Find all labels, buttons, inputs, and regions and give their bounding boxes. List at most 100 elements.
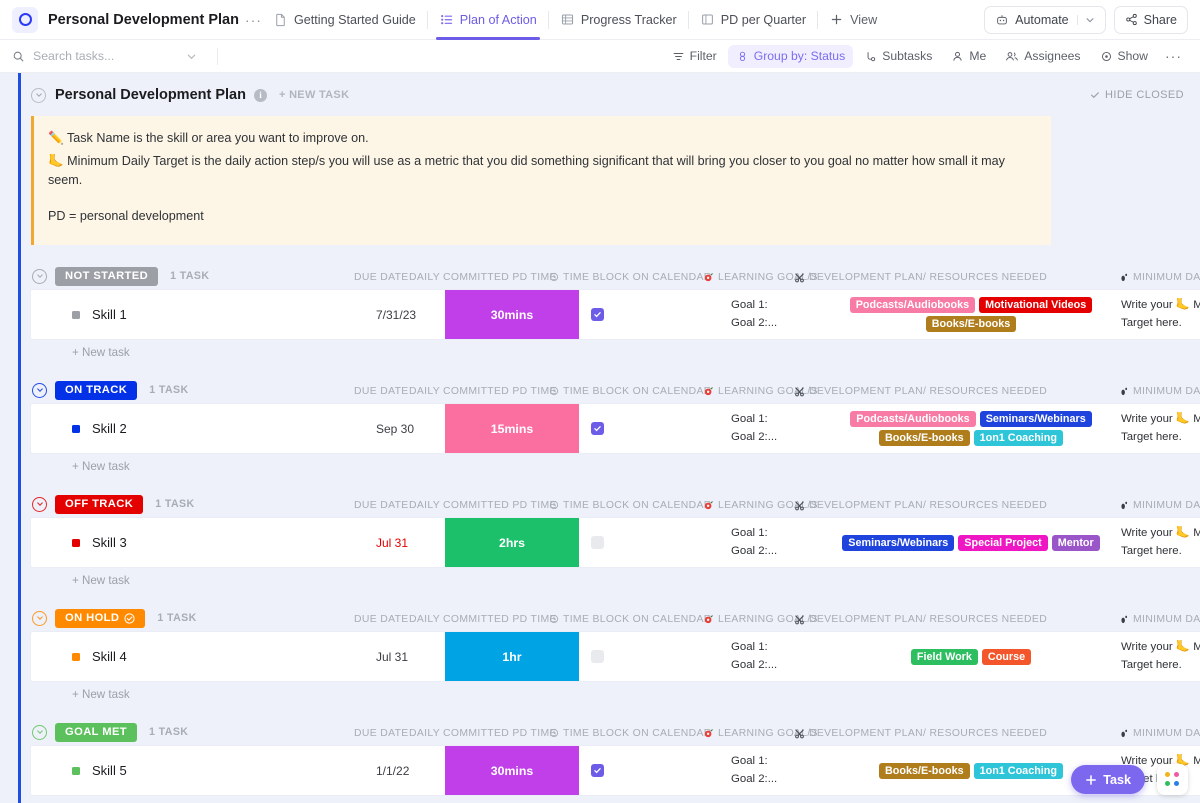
collapse-group-icon[interactable] bbox=[32, 496, 47, 512]
filter-button[interactable]: Filter bbox=[664, 45, 725, 68]
table-row[interactable]: Skill 2 Sep 30 15mins Goal 1: Goal 2:... Podc… bbox=[31, 404, 1200, 454]
add-view-button[interactable]: View bbox=[818, 0, 888, 40]
tab-plan-of-action[interactable]: Plan of Action bbox=[428, 0, 548, 40]
search-container[interactable] bbox=[12, 49, 217, 63]
column-header[interactable]: DAILY COMMITTED PD TIME bbox=[409, 500, 557, 511]
add-new-task-row[interactable]: + New task bbox=[31, 346, 1200, 359]
column-header[interactable]: MINIMUM DAILY bbox=[1119, 728, 1200, 739]
resource-tag[interactable]: Books/E-books bbox=[879, 762, 970, 779]
tab-getting-started-guide[interactable]: Getting Started Guide bbox=[262, 0, 427, 40]
time-block-cell[interactable] bbox=[591, 290, 604, 339]
status-badge[interactable]: ON HOLD bbox=[55, 608, 146, 628]
learning-goals-cell[interactable]: Goal 1: Goal 2:... bbox=[731, 404, 777, 453]
resource-tag[interactable]: Field Work bbox=[910, 648, 978, 665]
resource-tag[interactable]: Course bbox=[981, 648, 1032, 665]
column-header[interactable]: TIME BLOCK ON CALENDAR bbox=[549, 386, 712, 397]
more-options-button[interactable]: ··· bbox=[1159, 45, 1188, 68]
group-by-button[interactable]: Group by: Status bbox=[727, 44, 854, 68]
resource-tag[interactable]: Podcasts/Audiobooks bbox=[849, 297, 976, 314]
status-badge[interactable]: NOT STARTED bbox=[55, 266, 159, 286]
daily-committed-pd-time-cell[interactable]: 15mins bbox=[445, 404, 579, 454]
time-block-cell[interactable] bbox=[591, 746, 604, 795]
checkbox-unchecked-icon[interactable] bbox=[591, 536, 604, 550]
due-date-cell[interactable]: Jul 31 bbox=[376, 518, 408, 567]
column-header[interactable]: DUE DATE bbox=[354, 728, 409, 739]
resource-tag[interactable]: Books/E-books bbox=[925, 316, 1017, 333]
column-header[interactable]: TIME BLOCK ON CALENDAR bbox=[549, 272, 712, 283]
resource-tag[interactable]: Podcasts/Audiobooks bbox=[850, 411, 976, 428]
time-block-cell[interactable] bbox=[591, 518, 604, 567]
add-new-task-row[interactable]: + New task bbox=[31, 460, 1200, 473]
column-header[interactable]: DUE DATE bbox=[354, 500, 409, 511]
column-header[interactable]: DEVELOPMENT PLAN/ RESOURCES NEEDED bbox=[794, 728, 1047, 739]
column-header[interactable]: MINIMUM DAILY bbox=[1119, 500, 1200, 511]
resource-tag[interactable]: Special Project bbox=[958, 534, 1048, 551]
status-badge[interactable]: ON TRACK bbox=[55, 380, 138, 400]
daily-committed-pd-time-cell[interactable]: 1hr bbox=[445, 632, 579, 682]
tab-pd-per-quarter[interactable]: PD per Quarter bbox=[689, 0, 817, 40]
time-block-cell[interactable] bbox=[591, 632, 604, 681]
assignees-button[interactable]: Assignees bbox=[997, 45, 1088, 68]
column-header[interactable]: MINIMUM DAILY bbox=[1119, 272, 1200, 283]
learning-goals-cell[interactable]: Goal 1: Goal 2:... bbox=[731, 746, 777, 795]
collapse-group-icon[interactable] bbox=[32, 382, 47, 398]
collapse-group-icon[interactable] bbox=[32, 724, 47, 740]
resource-tag[interactable]: Motivational Videos bbox=[979, 297, 1093, 314]
table-row[interactable]: Skill 5 1/1/22 30mins Goal 1: Goal 2:... Book… bbox=[31, 746, 1200, 796]
table-row[interactable]: Skill 1 7/31/23 30mins Goal 1: Goal 2:... Pod… bbox=[31, 290, 1200, 340]
minimum-daily-cell[interactable]: Write your 🦶 Minimum Target here. bbox=[1121, 518, 1200, 567]
development-plan-cell[interactable]: Podcasts/Audiobooks Motivational Videos Bo… bbox=[821, 290, 1121, 339]
collapse-group-icon[interactable] bbox=[32, 268, 47, 284]
chevron-down-icon[interactable] bbox=[1076, 14, 1095, 25]
column-header[interactable]: DUE DATE bbox=[354, 272, 409, 283]
task-name-cell[interactable]: Skill 1 bbox=[72, 290, 127, 339]
subtasks-button[interactable]: Subtasks bbox=[856, 45, 940, 68]
resource-tag[interactable]: 1on1 Coaching bbox=[973, 430, 1063, 447]
column-header[interactable]: TIME BLOCK ON CALENDAR bbox=[549, 728, 712, 739]
due-date-cell[interactable]: Sep 30 bbox=[376, 404, 414, 453]
table-row[interactable]: Skill 3 Jul 31 2hrs Goal 1: Goal 2:... Semina… bbox=[31, 518, 1200, 568]
search-input[interactable] bbox=[33, 49, 178, 63]
due-date-cell[interactable]: 1/1/22 bbox=[376, 746, 409, 795]
column-header[interactable]: DAILY COMMITTED PD TIME bbox=[409, 728, 557, 739]
due-date-cell[interactable]: 7/31/23 bbox=[376, 290, 416, 339]
info-icon[interactable]: i bbox=[253, 88, 267, 102]
time-block-cell[interactable] bbox=[591, 404, 604, 453]
task-name-cell[interactable]: Skill 4 bbox=[72, 632, 127, 681]
checkbox-checked-icon[interactable] bbox=[591, 764, 604, 778]
development-plan-cell[interactable]: Field Work Course bbox=[821, 632, 1121, 681]
share-button[interactable]: Share bbox=[1113, 5, 1188, 34]
workspace-logo-icon[interactable] bbox=[12, 6, 38, 33]
column-header[interactable]: DEVELOPMENT PLAN/ RESOURCES NEEDED bbox=[794, 386, 1047, 397]
document-overflow-icon[interactable]: ··· bbox=[245, 12, 262, 28]
collapse-list-icon[interactable] bbox=[31, 87, 46, 103]
status-badge[interactable]: GOAL MET bbox=[55, 722, 138, 742]
column-header[interactable]: MINIMUM DAILY bbox=[1119, 614, 1200, 625]
minimum-daily-cell[interactable]: Write your 🦶 Minimum Target here. bbox=[1121, 290, 1200, 339]
automate-button[interactable]: Automate bbox=[984, 5, 1106, 34]
column-header[interactable]: DUE DATE bbox=[354, 614, 409, 625]
learning-goals-cell[interactable]: Goal 1: Goal 2:... bbox=[731, 632, 777, 681]
status-badge[interactable]: OFF TRACK bbox=[55, 494, 144, 514]
minimum-daily-cell[interactable]: Write your 🦶 Minimum Target here. bbox=[1121, 632, 1200, 681]
daily-committed-pd-time-cell[interactable]: 30mins bbox=[445, 290, 579, 340]
column-header[interactable]: DAILY COMMITTED PD TIME bbox=[409, 272, 557, 283]
tab-progress-tracker[interactable]: Progress Tracker bbox=[549, 0, 688, 40]
resource-tag[interactable]: Seminars/Webinars bbox=[979, 411, 1092, 428]
checkbox-unchecked-icon[interactable] bbox=[591, 650, 604, 664]
new-task-button[interactable]: + NEW TASK bbox=[279, 89, 349, 101]
checkbox-checked-icon[interactable] bbox=[591, 308, 604, 322]
add-new-task-row[interactable]: + New task bbox=[31, 574, 1200, 587]
daily-committed-pd-time-cell[interactable]: 30mins bbox=[445, 746, 579, 796]
apps-grid-button[interactable] bbox=[1157, 764, 1188, 795]
task-name-cell[interactable]: Skill 2 bbox=[72, 404, 127, 453]
learning-goals-cell[interactable]: Goal 1: Goal 2:... bbox=[731, 518, 777, 567]
column-header[interactable]: DEVELOPMENT PLAN/ RESOURCES NEEDED bbox=[794, 614, 1047, 625]
development-plan-cell[interactable]: Podcasts/Audiobooks Seminars/Webinars Book… bbox=[821, 404, 1121, 453]
checkbox-checked-icon[interactable] bbox=[591, 422, 604, 436]
add-new-task-row[interactable]: + New task bbox=[31, 688, 1200, 701]
table-row[interactable]: Skill 4 Jul 31 1hr Goal 1: Goal 2:... Field W… bbox=[31, 632, 1200, 682]
learning-goals-cell[interactable]: Goal 1: Goal 2:... bbox=[731, 290, 777, 339]
task-name-cell[interactable]: Skill 5 bbox=[72, 746, 127, 795]
show-button[interactable]: Show bbox=[1092, 45, 1157, 68]
